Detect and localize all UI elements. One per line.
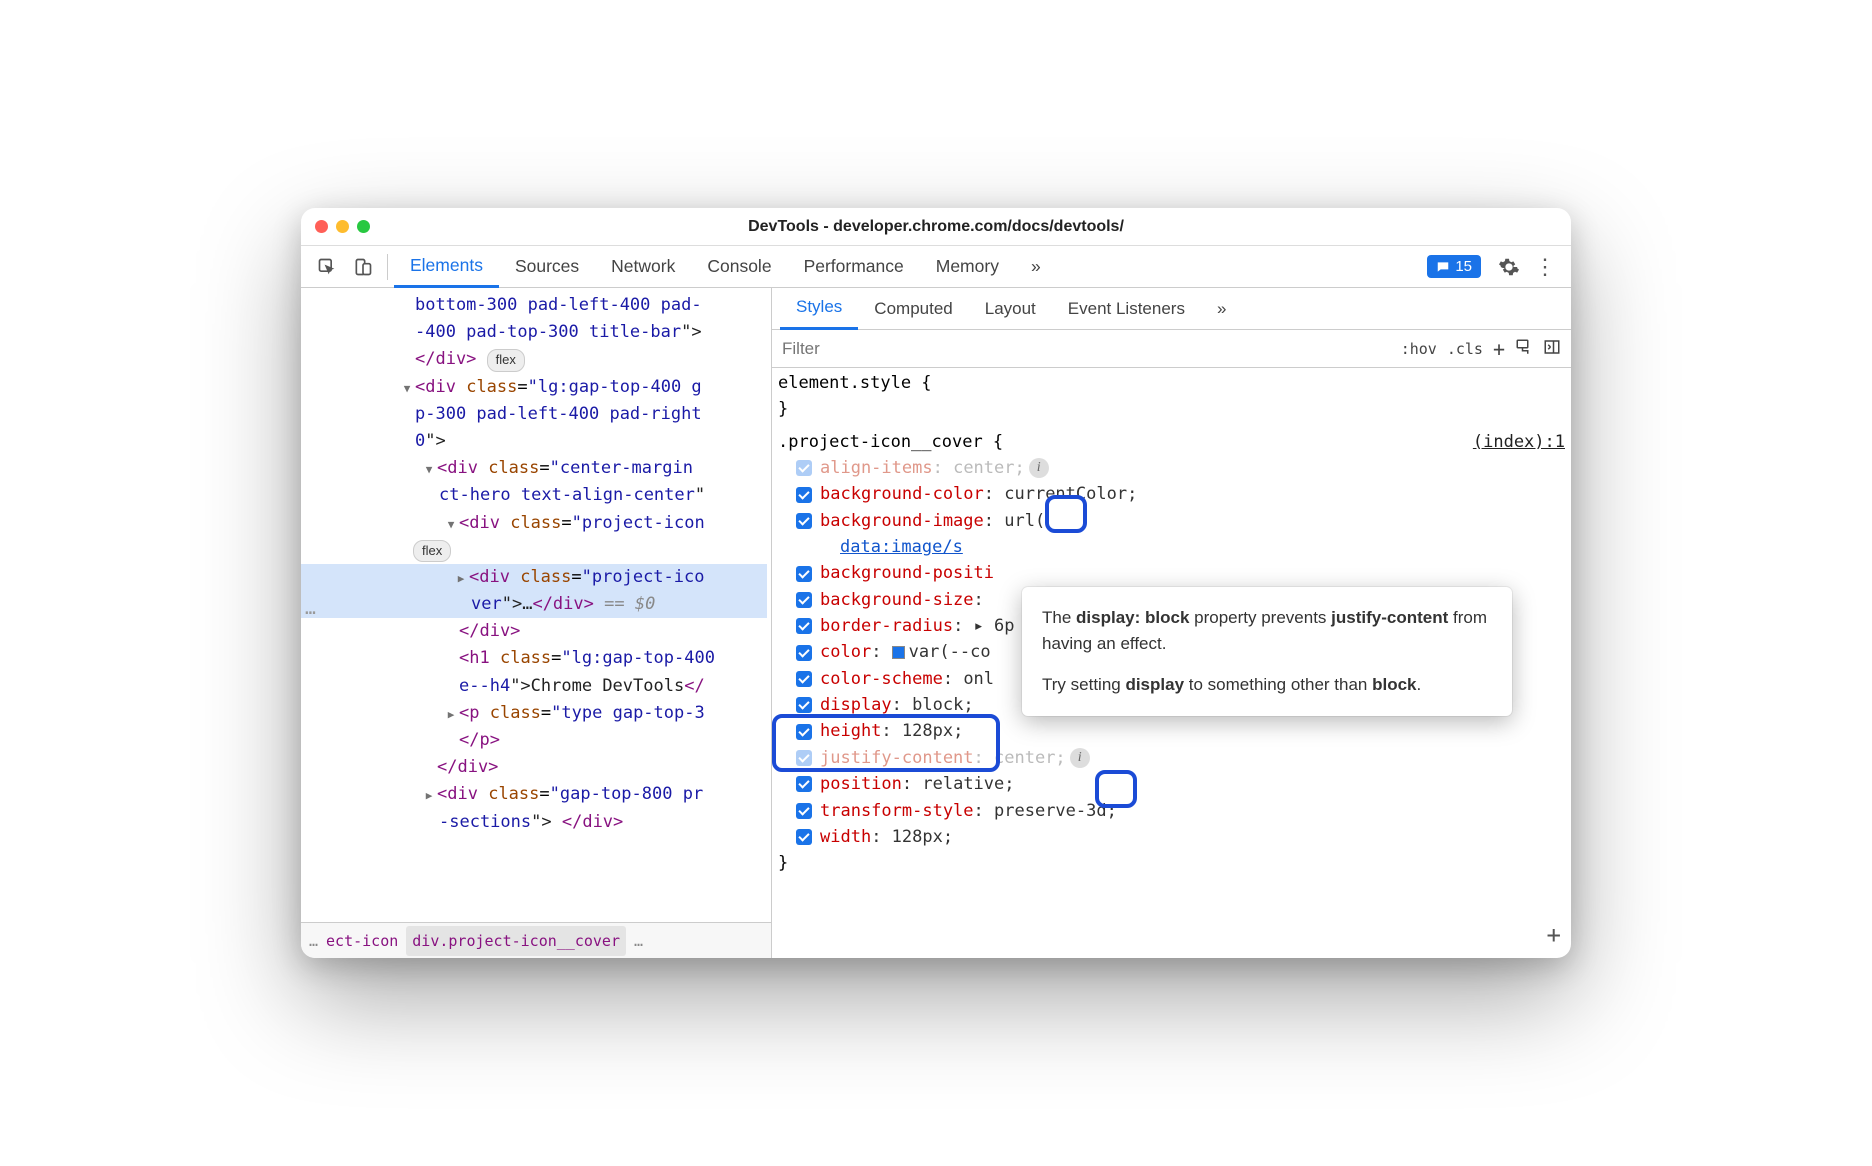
checkbox-icon[interactable] (796, 829, 812, 845)
checkbox-icon[interactable] (796, 645, 812, 661)
styles-panel: Styles Computed Layout Event Listeners »… (771, 288, 1571, 958)
css-property[interactable]: align-items: center;i (778, 455, 1565, 481)
checkbox-icon[interactable] (796, 671, 812, 687)
tab-performance[interactable]: Performance (788, 246, 920, 288)
title-bar: DevTools - developer.chrome.com/docs/dev… (301, 208, 1571, 246)
main-tab-bar: Elements Sources Network Console Perform… (301, 246, 1571, 288)
disclosure-icon[interactable] (445, 510, 457, 537)
flex-badge[interactable]: flex (487, 349, 525, 372)
cls-button[interactable]: .cls (1447, 340, 1483, 358)
selected-node[interactable]: <div class="project-ico (301, 564, 767, 591)
add-rule-button[interactable]: + (1547, 917, 1561, 954)
close-icon[interactable] (315, 220, 328, 233)
settings-icon[interactable] (1491, 249, 1527, 285)
new-rule-button[interactable]: + (1493, 337, 1505, 361)
disclosure-icon[interactable] (423, 781, 435, 808)
sub-tab-bar: Styles Computed Layout Event Listeners » (772, 288, 1571, 330)
maximize-icon[interactable] (357, 220, 370, 233)
tab-network[interactable]: Network (595, 246, 691, 288)
highlight-ring (1095, 770, 1137, 808)
filter-bar: :hov .cls + (772, 330, 1571, 368)
closing-tag: </div> (415, 349, 476, 369)
toggle-sidebar-icon[interactable] (1543, 338, 1561, 360)
inspect-icon[interactable] (309, 249, 345, 285)
hint-tooltip: The display: block property prevents jus… (1022, 587, 1512, 716)
breadcrumb-bar[interactable]: … ect-icon div.project-icon__cover … (301, 922, 771, 958)
traffic-lights (315, 220, 370, 233)
checkbox-icon[interactable] (796, 460, 812, 476)
minimize-icon[interactable] (336, 220, 349, 233)
messages-badge[interactable]: 15 (1427, 255, 1481, 278)
checkbox-icon[interactable] (796, 803, 812, 819)
info-icon[interactable]: i (1070, 748, 1090, 768)
highlight-ring (1045, 495, 1087, 533)
breadcrumb-item[interactable]: ect-icon (326, 929, 398, 953)
tab-event-listeners[interactable]: Event Listeners (1052, 288, 1201, 330)
disclosure-icon[interactable] (445, 700, 457, 727)
tab-styles[interactable]: Styles (780, 288, 858, 330)
checkbox-icon[interactable] (796, 776, 812, 792)
css-property[interactable]: position: relative; (778, 771, 1565, 797)
tab-computed[interactable]: Computed (858, 288, 968, 330)
content-area: … bottom-300 pad-left-400 pad- -400 pad-… (301, 288, 1571, 958)
css-property[interactable]: transform-style: preserve-3d; (778, 798, 1565, 824)
checkbox-icon[interactable] (796, 697, 812, 713)
divider (387, 254, 388, 280)
hov-button[interactable]: :hov (1401, 340, 1437, 358)
devtools-window: DevTools - developer.chrome.com/docs/dev… (301, 208, 1571, 958)
styles-content[interactable]: element.style { } .project-icon__cover {… (772, 368, 1571, 958)
highlight-ring (772, 714, 1000, 772)
tab-sources[interactable]: Sources (499, 246, 595, 288)
source-link[interactable]: (index):1 (1473, 429, 1565, 455)
flex-badge[interactable]: flex (413, 540, 451, 563)
css-property[interactable]: background-color: currentColor; (778, 481, 1565, 507)
window-title: DevTools - developer.chrome.com/docs/dev… (301, 218, 1571, 236)
breadcrumb-item-selected[interactable]: div.project-icon__cover (406, 926, 626, 956)
paint-icon[interactable] (1515, 338, 1533, 360)
tab-layout[interactable]: Layout (969, 288, 1052, 330)
css-property[interactable]: background-positi (778, 560, 1565, 586)
disclosure-icon[interactable] (455, 564, 467, 591)
tab-memory[interactable]: Memory (920, 246, 1015, 288)
elements-tree[interactable]: … bottom-300 pad-left-400 pad- -400 pad-… (301, 288, 771, 958)
disclosure-icon[interactable] (423, 455, 435, 482)
checkbox-icon[interactable] (796, 513, 812, 529)
color-swatch-icon[interactable] (892, 646, 905, 659)
checkbox-icon[interactable] (796, 566, 812, 582)
gutter-ellipsis: … (305, 595, 317, 624)
device-toggle-icon[interactable] (345, 249, 381, 285)
rule-selector[interactable]: .project-icon__cover { (778, 429, 1003, 455)
tab-elements[interactable]: Elements (394, 246, 499, 288)
css-property[interactable]: width: 128px; (778, 824, 1565, 850)
inline-style-rule: element.style { (778, 370, 1565, 396)
messages-count: 15 (1455, 258, 1472, 275)
css-property[interactable]: background-image: url( (778, 508, 1565, 534)
tab-overflow[interactable]: » (1201, 288, 1242, 330)
filter-input[interactable] (772, 330, 1391, 367)
tab-console[interactable]: Console (691, 246, 787, 288)
disclosure-icon[interactable] (401, 374, 413, 401)
css-property-continuation[interactable]: data:image/s (778, 534, 1565, 560)
rule-header: .project-icon__cover { (index):1 (778, 429, 1565, 455)
more-icon[interactable]: ⋮ (1527, 249, 1563, 285)
checkbox-icon[interactable] (796, 618, 812, 634)
info-icon[interactable]: i (1029, 458, 1049, 478)
checkbox-icon[interactable] (796, 592, 812, 608)
tab-overflow[interactable]: » (1015, 246, 1057, 288)
checkbox-icon[interactable] (796, 487, 812, 503)
